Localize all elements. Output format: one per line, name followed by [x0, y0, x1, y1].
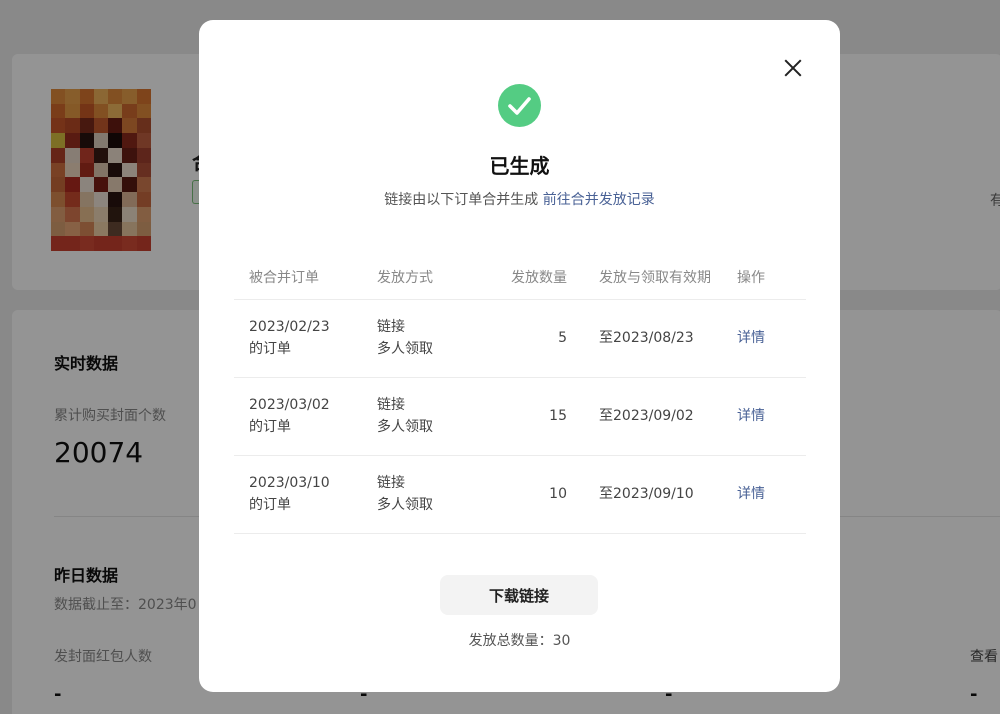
total-quantity: 发放总数量：30: [468, 633, 571, 649]
method-cell: 链接 多人领取: [362, 377, 472, 456]
details-link[interactable]: 详情: [737, 486, 765, 502]
method-type: 链接: [377, 397, 405, 413]
quantity-cell: 15: [472, 377, 567, 456]
column-header-method: 发放方式: [362, 255, 472, 300]
validity-cell: 至2023/09/10: [567, 455, 727, 534]
close-icon[interactable]: [779, 54, 807, 82]
order-suffix: 的订单: [249, 341, 291, 357]
validity-cell: 至2023/08/23: [567, 299, 727, 378]
method-mode: 多人领取: [377, 341, 433, 357]
order-cell: 2023/03/10 的订单: [234, 455, 362, 534]
method-mode: 多人领取: [377, 419, 433, 435]
quantity-cell: 10: [472, 455, 567, 534]
quantity-cell: 5: [472, 299, 567, 378]
column-header-quantity: 发放数量: [472, 255, 567, 300]
method-cell: 链接 多人领取: [362, 455, 472, 534]
action-cell: 详情: [727, 455, 806, 534]
order-date: 2023/03/10: [249, 475, 330, 491]
action-cell: 详情: [727, 299, 806, 378]
merge-records-link[interactable]: 前往合并发放记录: [543, 192, 655, 208]
method-type: 链接: [377, 319, 405, 335]
table-row: 2023/03/02 的订单 链接 多人领取 15 至2023/09/02 详情: [234, 377, 806, 456]
check-circle-icon: [498, 84, 541, 127]
download-link-button[interactable]: 下载链接: [440, 575, 598, 615]
subtitle-text: 链接由以下订单合并生成: [384, 192, 539, 208]
dialog-title: 已生成: [489, 154, 550, 178]
merged-orders-table: 被合并订单 发放方式 发放数量 发放与领取有效期 操作 2023/02/23 的…: [234, 255, 806, 534]
order-suffix: 的订单: [249, 497, 291, 513]
details-link[interactable]: 详情: [737, 330, 765, 346]
table-row: 2023/02/23 的订单 链接 多人领取 5 至2023/08/23 详情: [234, 299, 806, 378]
order-date: 2023/02/23: [249, 319, 330, 335]
order-cell: 2023/03/02 的订单: [234, 377, 362, 456]
order-cell: 2023/02/23 的订单: [234, 299, 362, 378]
method-type: 链接: [377, 475, 405, 491]
validity-cell: 至2023/09/02: [567, 377, 727, 456]
details-link[interactable]: 详情: [737, 408, 765, 424]
dialog-subtitle: 链接由以下订单合并生成 前往合并发放记录: [199, 189, 840, 209]
method-cell: 链接 多人领取: [362, 299, 472, 378]
column-header-order: 被合并订单: [234, 255, 362, 300]
column-header-action: 操作: [727, 255, 806, 300]
table-row: 2023/03/10 的订单 链接 多人领取 10 至2023/09/10 详情: [234, 455, 806, 534]
table-header-row: 被合并订单 发放方式 发放数量 发放与领取有效期 操作: [234, 255, 806, 300]
column-header-validity: 发放与领取有效期: [567, 255, 727, 300]
order-suffix: 的订单: [249, 419, 291, 435]
action-cell: 详情: [727, 377, 806, 456]
order-date: 2023/03/02: [249, 397, 330, 413]
method-mode: 多人领取: [377, 497, 433, 513]
merge-result-dialog: 已生成 链接由以下订单合并生成 前往合并发放记录 被合并订单 发放方式 发放数量…: [199, 20, 840, 692]
